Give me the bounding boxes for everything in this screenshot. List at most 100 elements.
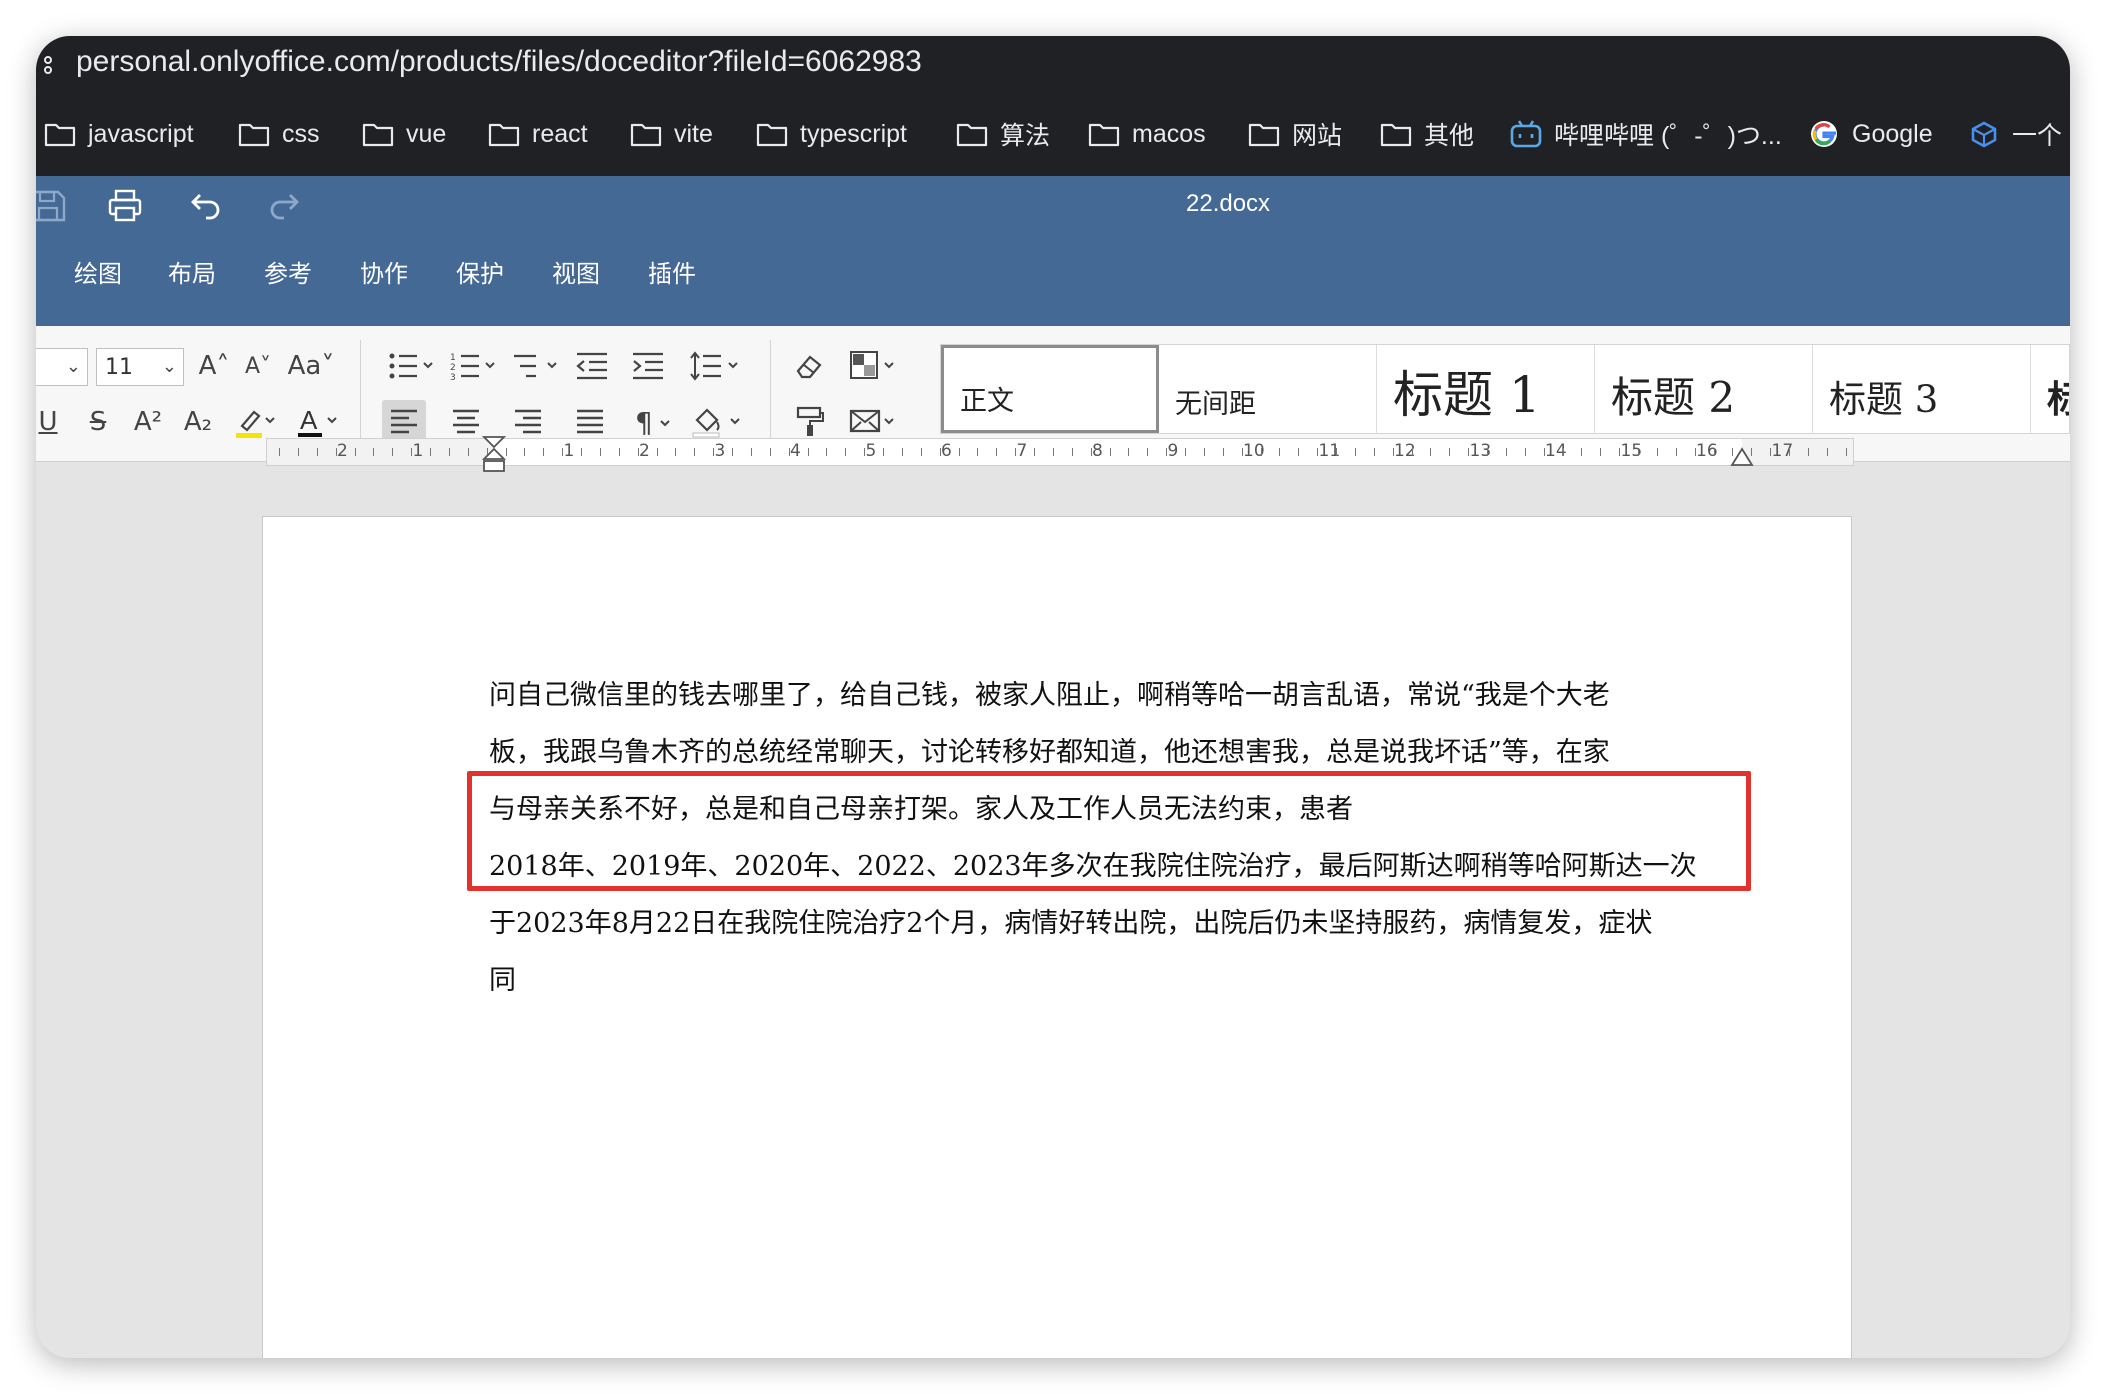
- line-spacing-button[interactable]: [686, 344, 746, 388]
- bookmark-label: react: [532, 119, 588, 148]
- eraser-icon: [796, 355, 822, 379]
- ruler-tick: [1770, 448, 1772, 456]
- bookmark-typescript[interactable]: typescript: [756, 116, 907, 152]
- tab-collaboration[interactable]: 协作: [360, 254, 408, 289]
- tab-references[interactable]: 参考: [264, 254, 312, 289]
- bookmark-css[interactable]: css: [238, 116, 320, 152]
- save-icon[interactable]: [36, 188, 68, 224]
- multilevel-list-button[interactable]: [508, 344, 566, 388]
- document-page[interactable]: 问自己微信里的钱去哪里了，给自己钱，被家人阻止，啊稍等哈一胡言乱语，常说“我是个…: [262, 516, 1852, 1358]
- bookmark-other-site[interactable]: 一个: [1968, 116, 2062, 152]
- redo-icon[interactable]: [266, 188, 304, 224]
- horizontal-ruler[interactable]: 2 1 1 2 3 4 5 6 7 8 9 10 11 12 13 14 15 16 17: [266, 436, 1854, 472]
- format-painter-icon: [796, 406, 824, 436]
- ruler-tick: [1128, 448, 1130, 456]
- text-line[interactable]: 同: [489, 952, 1729, 1009]
- ruler-tick: [920, 448, 922, 456]
- chevron-down-icon: ⌄: [65, 356, 81, 377]
- ruler-tick: [1562, 448, 1564, 456]
- ruler-tick: [769, 448, 771, 456]
- ruler-tick: [958, 448, 960, 456]
- tab-plugins[interactable]: 插件: [648, 254, 696, 289]
- url-text[interactable]: personal.onlyoffice.com/products/files/d…: [76, 45, 922, 79]
- tab-protection[interactable]: 保护: [456, 254, 504, 289]
- ruler-tick: [1071, 448, 1073, 456]
- bullet-list-button[interactable]: [384, 344, 442, 388]
- decrease-indent-button[interactable]: [570, 344, 614, 388]
- ruler-tick: [1449, 448, 1451, 456]
- style-heading-1[interactable]: 标题 1: [1377, 345, 1595, 433]
- numbered-list-button[interactable]: 123: [446, 344, 504, 388]
- cube-icon: [1971, 121, 1997, 148]
- bookmark-vite[interactable]: vite: [630, 116, 713, 152]
- svg-text:3: 3: [450, 373, 456, 382]
- bookmark-bilibili[interactable]: 哔哩哔哩 (゜-゜)つ...: [1510, 116, 1782, 152]
- decrease-font-size-button[interactable]: A˅: [236, 344, 280, 388]
- ruler-tick: [448, 448, 450, 456]
- bookmark-websites[interactable]: 网站: [1248, 116, 1342, 152]
- ruler-tick: [1090, 448, 1092, 456]
- bookmark-algorithms[interactable]: 算法: [956, 116, 1050, 152]
- ruler-tick: [1260, 448, 1262, 456]
- ruler-tick: [732, 448, 733, 456]
- superscript-button[interactable]: A²: [126, 400, 170, 444]
- ruler-tick: [1034, 448, 1035, 456]
- ruler-tick: [713, 448, 715, 456]
- color-scheme-button[interactable]: [846, 344, 904, 388]
- tab-view[interactable]: 视图: [552, 254, 600, 289]
- line-spacing-icon: [690, 351, 738, 381]
- style-heading-2[interactable]: 标题 2: [1595, 345, 1813, 433]
- style-gallery: 正文 无间距 标题 1 标题 2 标题 3 标: [940, 344, 2070, 434]
- first-line-indent-marker[interactable]: [481, 435, 507, 475]
- document-title: 22.docx: [1186, 190, 1271, 217]
- tab-layout[interactable]: 布局: [168, 254, 216, 289]
- font-size-dropdown[interactable]: 11 ⌄: [96, 348, 184, 386]
- text-line[interactable]: 于2023年8月22日在我院住院治疗2个月，病情好转出院，出院后仍未坚持服药，病…: [489, 895, 1729, 952]
- style-heading-more[interactable]: 标: [2031, 345, 2069, 433]
- svg-text:1: 1: [450, 353, 456, 363]
- bookmark-google[interactable]: Google: [1808, 116, 1933, 152]
- ruler-tick: [543, 448, 545, 456]
- tab-draw[interactable]: 绘图: [74, 254, 122, 289]
- bookmark-javascript[interactable]: javascript: [44, 116, 194, 152]
- ruler-tick: [467, 448, 469, 456]
- style-heading-3[interactable]: 标题 3: [1813, 345, 2031, 433]
- ruler-number: 2: [337, 441, 348, 461]
- change-case-button[interactable]: Aa˅: [282, 344, 340, 388]
- ruler-tick: [1713, 448, 1715, 456]
- subscript-button[interactable]: A₂: [176, 400, 220, 444]
- undo-icon[interactable]: [186, 188, 224, 224]
- right-indent-marker[interactable]: [1730, 445, 1754, 467]
- increase-indent-button[interactable]: [626, 344, 670, 388]
- ruler-tick: [1845, 448, 1847, 456]
- increase-font-size-button[interactable]: A˄: [192, 344, 236, 388]
- bookmark-label: vite: [674, 119, 713, 148]
- font-name-dropdown[interactable]: ⌄: [36, 348, 88, 386]
- folder-icon: [1248, 123, 1280, 147]
- bookmark-react[interactable]: react: [488, 116, 588, 152]
- site-info-icon[interactable]: [40, 54, 56, 76]
- browser-window: personal.onlyoffice.com/products/files/d…: [36, 36, 2070, 1358]
- ruler-tick: [1203, 448, 1205, 456]
- ruler-tick: [1638, 448, 1639, 456]
- svg-text:A: A: [300, 405, 318, 435]
- ruler-tick: [581, 448, 582, 456]
- style-no-spacing[interactable]: 无间距: [1159, 345, 1377, 433]
- ruler-tick: [1468, 448, 1470, 456]
- bookmark-macos[interactable]: macos: [1088, 116, 1206, 152]
- bookmark-other[interactable]: 其他: [1380, 116, 1474, 152]
- ruler-number: 8: [1092, 441, 1103, 461]
- ruler-tick: [1581, 448, 1583, 456]
- subscript-icon: A₂: [183, 407, 213, 437]
- folder-icon: [1088, 123, 1120, 147]
- text-line[interactable]: 问自己微信里的钱去哪里了，给自己钱，被家人阻止，啊稍等哈一胡言乱语，常说“我是个…: [489, 667, 1729, 724]
- ruler-tick: [562, 448, 564, 456]
- style-normal[interactable]: 正文: [941, 345, 1159, 433]
- justify-icon: [577, 409, 603, 434]
- clear-style-button[interactable]: [788, 344, 832, 388]
- bookmark-vue[interactable]: vue: [362, 116, 446, 152]
- print-icon[interactable]: [106, 188, 144, 224]
- address-bar[interactable]: personal.onlyoffice.com/products/files/d…: [36, 36, 2070, 92]
- underline-button[interactable]: U: [36, 400, 70, 444]
- strikethrough-button[interactable]: S: [76, 400, 120, 444]
